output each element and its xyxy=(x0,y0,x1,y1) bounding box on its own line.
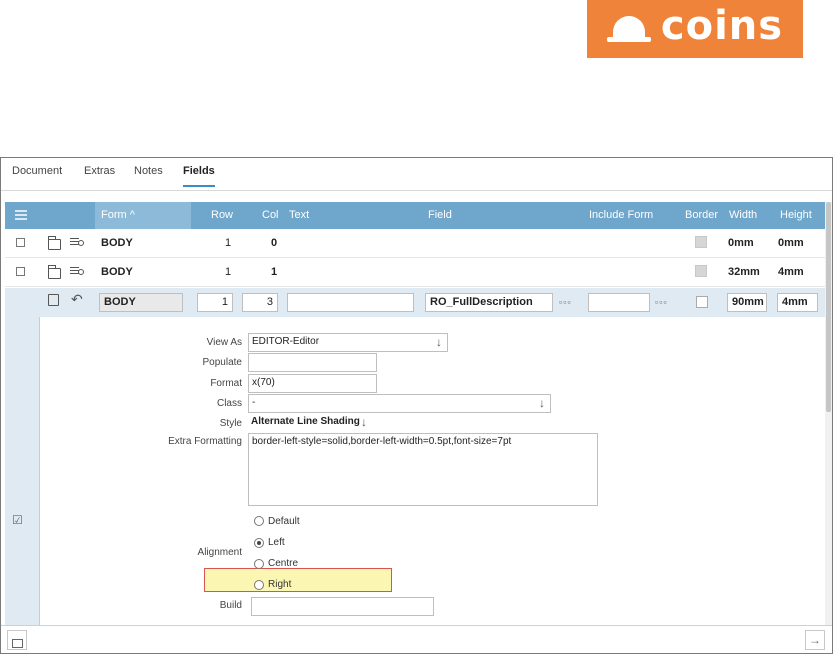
form-input[interactable]: BODY xyxy=(99,293,183,312)
height-input[interactable]: 4mm xyxy=(777,293,818,312)
chevron-down-icon: ↓ xyxy=(436,335,442,349)
vertical-scrollbar[interactable] xyxy=(825,202,832,625)
hard-hat-icon xyxy=(606,16,651,42)
header-border[interactable]: Border xyxy=(685,209,718,221)
tab-document[interactable]: Document xyxy=(12,165,62,185)
alignment-radio-centre[interactable] xyxy=(254,559,264,569)
details-icon[interactable] xyxy=(70,267,84,277)
header-width[interactable]: Width xyxy=(729,209,757,221)
class-select[interactable]: - ↓ xyxy=(248,394,551,413)
folder-icon[interactable] xyxy=(48,236,61,250)
row-form: BODY xyxy=(101,237,133,249)
next-button[interactable]: → xyxy=(805,630,825,650)
style-value: Alternate Line Shading xyxy=(251,416,360,427)
extra-formatting-label: Extra Formatting xyxy=(168,436,242,447)
fields-panel: Document Extras Notes Fields Form ^ Row … xyxy=(0,157,833,654)
style-label: Style xyxy=(219,418,242,429)
header-form[interactable]: Form ^ xyxy=(101,209,135,221)
row-checkbox[interactable] xyxy=(16,238,25,247)
chevron-down-icon: ↓ xyxy=(361,415,367,429)
view-as-value: EDITOR-Editor xyxy=(252,336,320,347)
row-input[interactable]: 1 xyxy=(197,293,233,312)
format-input[interactable]: x(70) xyxy=(248,374,377,393)
border-checkbox[interactable] xyxy=(695,265,707,277)
tab-notes[interactable]: Notes xyxy=(134,165,163,185)
view-as-label: View As xyxy=(206,337,242,348)
format-label: Format xyxy=(210,378,242,389)
row-row: 1 xyxy=(225,237,232,249)
col-input[interactable]: 3 xyxy=(242,293,278,312)
row-checkbox[interactable] xyxy=(16,267,25,276)
build-label: Build xyxy=(219,600,242,611)
save-icon[interactable] xyxy=(48,294,59,306)
class-value: - xyxy=(252,397,256,408)
header-height[interactable]: Height xyxy=(780,209,812,221)
tab-extras[interactable]: Extras xyxy=(84,165,115,185)
field-detail-form: View As EDITOR-Editor ↓ Populate Format … xyxy=(39,317,825,625)
alignment-label: Alignment xyxy=(197,547,242,558)
row-col: 1 xyxy=(271,266,278,278)
field-lookup-button[interactable]: ▫▫▫ xyxy=(559,297,572,307)
scrollbar-thumb[interactable] xyxy=(826,202,831,412)
class-label: Class xyxy=(216,398,242,409)
header-include-form[interactable]: Include Form xyxy=(589,209,653,221)
alignment-option-left: Left xyxy=(268,537,285,548)
table-row[interactable]: BODY 1 0 0mm 0mm xyxy=(5,229,825,258)
build-input[interactable] xyxy=(251,597,434,616)
new-folder-button[interactable] xyxy=(7,630,27,650)
tab-fields[interactable]: Fields xyxy=(183,165,215,187)
editing-row: ↶ BODY 1 3 RO_FullDescription ▫▫▫ ▫▫▫ 90… xyxy=(5,288,825,317)
checked-icon[interactable]: ☑ xyxy=(12,513,23,527)
row-selector-strip: ☑ xyxy=(5,317,39,625)
folder-icon xyxy=(11,639,23,648)
table-row[interactable]: BODY 1 1 32mm 4mm xyxy=(5,258,825,287)
border-checkbox[interactable] xyxy=(695,236,707,248)
header-row[interactable]: Row xyxy=(211,209,233,221)
alignment-radio-default[interactable] xyxy=(254,516,264,526)
style-highlight xyxy=(204,568,392,592)
details-icon[interactable] xyxy=(70,238,84,248)
row-width: 32mm xyxy=(728,266,760,278)
border-checkbox[interactable] xyxy=(696,296,708,308)
text-input[interactable] xyxy=(287,293,414,312)
alignment-option-centre: Centre xyxy=(268,558,299,569)
view-as-select[interactable]: EDITOR-Editor ↓ xyxy=(248,333,448,352)
row-row: 1 xyxy=(225,266,232,278)
alignment-option-right: Right xyxy=(268,579,292,590)
include-form-lookup-button[interactable]: ▫▫▫ xyxy=(655,297,668,307)
row-col: 0 xyxy=(271,237,278,249)
coins-logo: coins xyxy=(587,0,803,58)
alignment-radio-left[interactable] xyxy=(254,538,264,548)
alignment-option-default: Default xyxy=(268,516,300,527)
menu-icon[interactable] xyxy=(15,210,27,220)
include-form-input[interactable] xyxy=(588,293,650,312)
populate-label: Populate xyxy=(202,357,242,368)
header-col[interactable]: Col xyxy=(262,209,279,221)
logo-text: coins xyxy=(660,3,784,49)
row-width: 0mm xyxy=(728,237,754,249)
tab-bar: Document Extras Notes Fields xyxy=(1,158,832,191)
row-form: BODY xyxy=(101,266,133,278)
extra-formatting-textarea[interactable]: border-left-style=solid,border-left-widt… xyxy=(248,433,598,506)
row-height: 4mm xyxy=(778,266,804,278)
field-input[interactable]: RO_FullDescription xyxy=(425,293,553,312)
chevron-down-icon: ↓ xyxy=(539,396,545,410)
row-height: 0mm xyxy=(778,237,804,249)
header-text[interactable]: Text xyxy=(289,209,309,221)
footer-bar: → xyxy=(1,625,832,653)
header-field[interactable]: Field xyxy=(428,209,452,221)
folder-icon[interactable] xyxy=(48,265,61,279)
style-select[interactable]: Alternate Line Shading ↓ xyxy=(248,414,372,433)
populate-input[interactable] xyxy=(248,353,377,372)
undo-icon[interactable]: ↶ xyxy=(71,291,83,308)
grid-header: Form ^ Row Col Text Field Include Form B… xyxy=(5,202,825,229)
alignment-radio-right[interactable] xyxy=(254,580,264,590)
width-input[interactable]: 90mm xyxy=(727,293,767,312)
